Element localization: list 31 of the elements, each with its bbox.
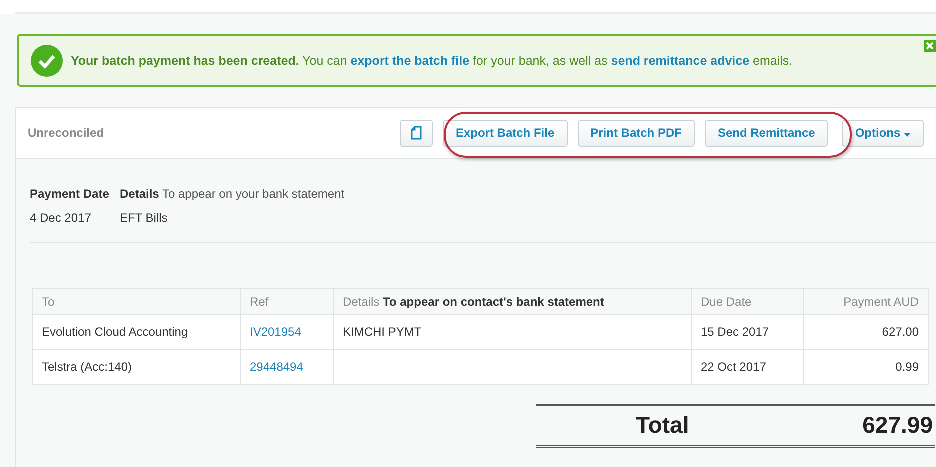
banner-link[interactable]: send remittance advice — [611, 54, 750, 68]
column-header: Ref — [240, 288, 334, 314]
total-amount: 627.99 — [862, 412, 933, 439]
document-icon — [410, 126, 422, 140]
action-button[interactable]: Export Batch File — [442, 120, 568, 146]
close-icon[interactable] — [924, 40, 936, 52]
banner-message: Your batch payment has been created. You can export the batch file for your bank, as well as send remittance advice emails. — [71, 54, 793, 68]
table-cell: Evolution Cloud Accounting — [32, 314, 240, 350]
column-header: To — [32, 288, 240, 314]
banner-link[interactable]: export the batch file — [350, 54, 470, 68]
copy-button[interactable] — [400, 120, 433, 146]
column-header: Details To appear on contact's bank statement — [334, 288, 692, 314]
summary-value: 4 Dec 2017 — [30, 211, 92, 225]
action-button[interactable]: Print Batch PDF — [578, 120, 695, 146]
summary-label: Details To appear on your bank statement — [120, 187, 346, 201]
table-cell: KIMCHI PYMT — [334, 314, 692, 350]
status-label: Unreconciled — [28, 126, 106, 140]
summary-value: EFT Bills — [120, 211, 169, 225]
table-cell: Telstra (Acc:140) — [32, 350, 240, 384]
table-cell: 0.99 — [804, 350, 928, 384]
column-header: Due Date — [692, 288, 804, 314]
check-icon — [31, 44, 63, 76]
total-label: Total — [636, 412, 690, 439]
table-cell: 22 Oct 2017 — [692, 350, 804, 384]
options-button[interactable]: Options — [842, 120, 924, 146]
table-cell: 15 Dec 2017 — [692, 314, 804, 350]
action-button[interactable]: Send Remittance — [704, 120, 828, 146]
summary-label: Payment Date — [30, 187, 110, 201]
table-cell: 627.00 — [804, 314, 928, 350]
column-header: Payment AUD — [804, 288, 928, 314]
caret-icon — [904, 133, 911, 137]
